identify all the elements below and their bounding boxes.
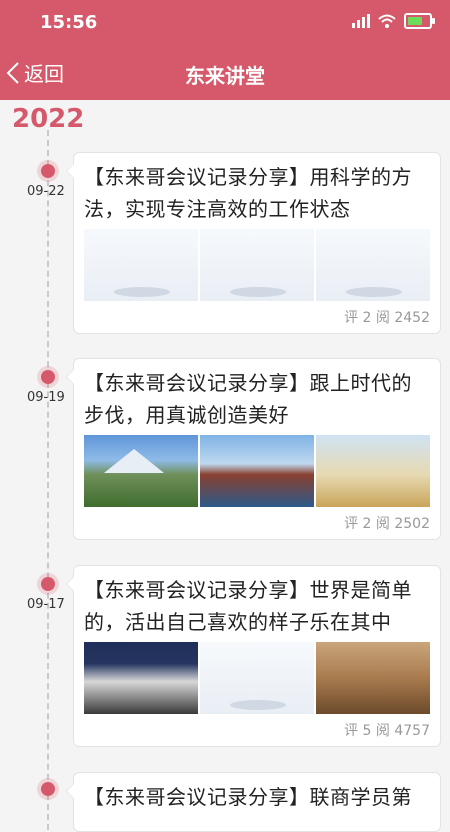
- article-card[interactable]: 【东来哥会议记录分享】联商学员第: [66, 772, 441, 832]
- timeline-line: [47, 130, 49, 830]
- timeline-dot: [41, 577, 55, 591]
- article-thumbnail: [316, 435, 430, 507]
- status-icons: [352, 13, 435, 29]
- timeline-dot: [41, 370, 55, 384]
- article-thumbnail: [84, 229, 198, 301]
- article-thumbnail: [316, 642, 430, 714]
- article-thumbnails: [84, 435, 430, 507]
- article-title: 【东来哥会议记录分享】联商学员第: [84, 785, 412, 809]
- entry-date: 09-19: [27, 390, 65, 405]
- page-title: 东来讲堂: [185, 64, 265, 88]
- article-thumbnails: [84, 642, 430, 714]
- article-thumbnail: [200, 229, 314, 301]
- timeline-dot: [41, 782, 55, 796]
- article-card[interactable]: 【东来哥会议记录分享】用科学的方 法，实现专注高效的工作状态 评 2 阅 245…: [66, 152, 441, 334]
- article-thumbnail: [200, 642, 314, 714]
- article-title: 【东来哥会议记录分享】用科学的方 法，实现专注高效的工作状态: [84, 165, 412, 221]
- article-card[interactable]: 【东来哥会议记录分享】跟上时代的 步伐，用真诚创造美好 评 2 阅 2502: [66, 358, 441, 540]
- article-thumbnail: [84, 435, 198, 507]
- article-title: 【东来哥会议记录分享】跟上时代的 步伐，用真诚创造美好: [84, 371, 412, 427]
- article-stats: 评 2 阅 2502: [344, 516, 430, 532]
- wifi-icon: [378, 14, 396, 28]
- battery-icon: [404, 13, 435, 29]
- signal-icon: [352, 14, 370, 28]
- app-header: 15:56 返回 东来讲堂: [0, 0, 450, 100]
- entry-date: 09-22: [27, 184, 65, 199]
- article-stats: 评 5 阅 4757: [344, 723, 430, 739]
- article-thumbnail: [200, 435, 314, 507]
- article-thumbnails: [84, 229, 430, 301]
- article-title: 【东来哥会议记录分享】世界是简单 的，活出自己喜欢的样子乐在其中: [84, 578, 412, 634]
- article-thumbnail: [316, 229, 430, 301]
- entry-date: 09-17: [27, 597, 65, 612]
- article-stats: 评 2 阅 2452: [344, 310, 430, 326]
- article-card[interactable]: 【东来哥会议记录分享】世界是简单 的，活出自己喜欢的样子乐在其中 评 5 阅 4…: [66, 565, 441, 747]
- timeline-dot: [41, 164, 55, 178]
- article-thumbnail: [84, 642, 198, 714]
- status-time: 15:56: [40, 12, 98, 33]
